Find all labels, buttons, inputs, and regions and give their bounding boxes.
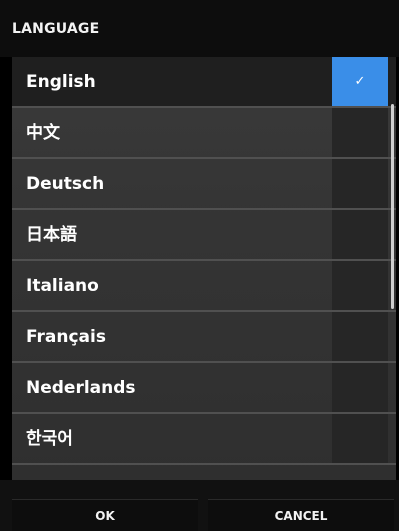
cancel-button[interactable]: CANCEL	[208, 499, 394, 531]
language-option-deutsch[interactable]: Deutsch	[12, 159, 396, 210]
language-option-nederlands[interactable]: Nederlands	[12, 363, 396, 414]
dialog-header: LANGUAGE	[0, 0, 399, 57]
language-label: Nederlands	[26, 378, 136, 398]
dialog-title: LANGUAGE	[12, 21, 100, 37]
language-label: Italiano	[26, 276, 99, 296]
language-option-korean[interactable]: 한국어	[12, 414, 396, 465]
ok-button-label: OK	[95, 509, 115, 523]
language-checkbox[interactable]	[332, 261, 388, 310]
language-checkbox[interactable]: ✓	[332, 57, 388, 106]
language-option-japanese[interactable]: 日本語	[12, 210, 396, 261]
language-checkbox[interactable]	[332, 312, 388, 361]
check-icon: ✓	[354, 74, 366, 89]
language-option-italiano[interactable]: Italiano	[12, 261, 396, 312]
language-list[interactable]: English ✓ 中文 Deutsch 日本語 Italiano França…	[12, 57, 396, 480]
list-scrollbar[interactable]	[391, 104, 394, 309]
language-label: 日本語	[26, 225, 77, 245]
language-checkbox[interactable]	[332, 363, 388, 412]
language-label: 한국어	[26, 429, 73, 449]
language-option-chinese[interactable]: 中文	[12, 108, 396, 159]
language-checkbox[interactable]	[332, 108, 388, 157]
dialog-footer: OK CANCEL	[0, 480, 399, 531]
ok-button[interactable]: OK	[12, 499, 198, 531]
language-option-francais[interactable]: Français	[12, 312, 396, 363]
language-checkbox[interactable]	[332, 210, 388, 259]
language-label: Français	[26, 327, 106, 347]
language-option-english[interactable]: English ✓	[12, 57, 396, 108]
cancel-button-label: CANCEL	[274, 509, 328, 523]
language-label: English	[26, 72, 96, 92]
language-label: Deutsch	[26, 174, 105, 194]
language-checkbox[interactable]	[332, 414, 388, 463]
language-checkbox[interactable]	[332, 159, 388, 208]
language-label: 中文	[26, 123, 60, 143]
